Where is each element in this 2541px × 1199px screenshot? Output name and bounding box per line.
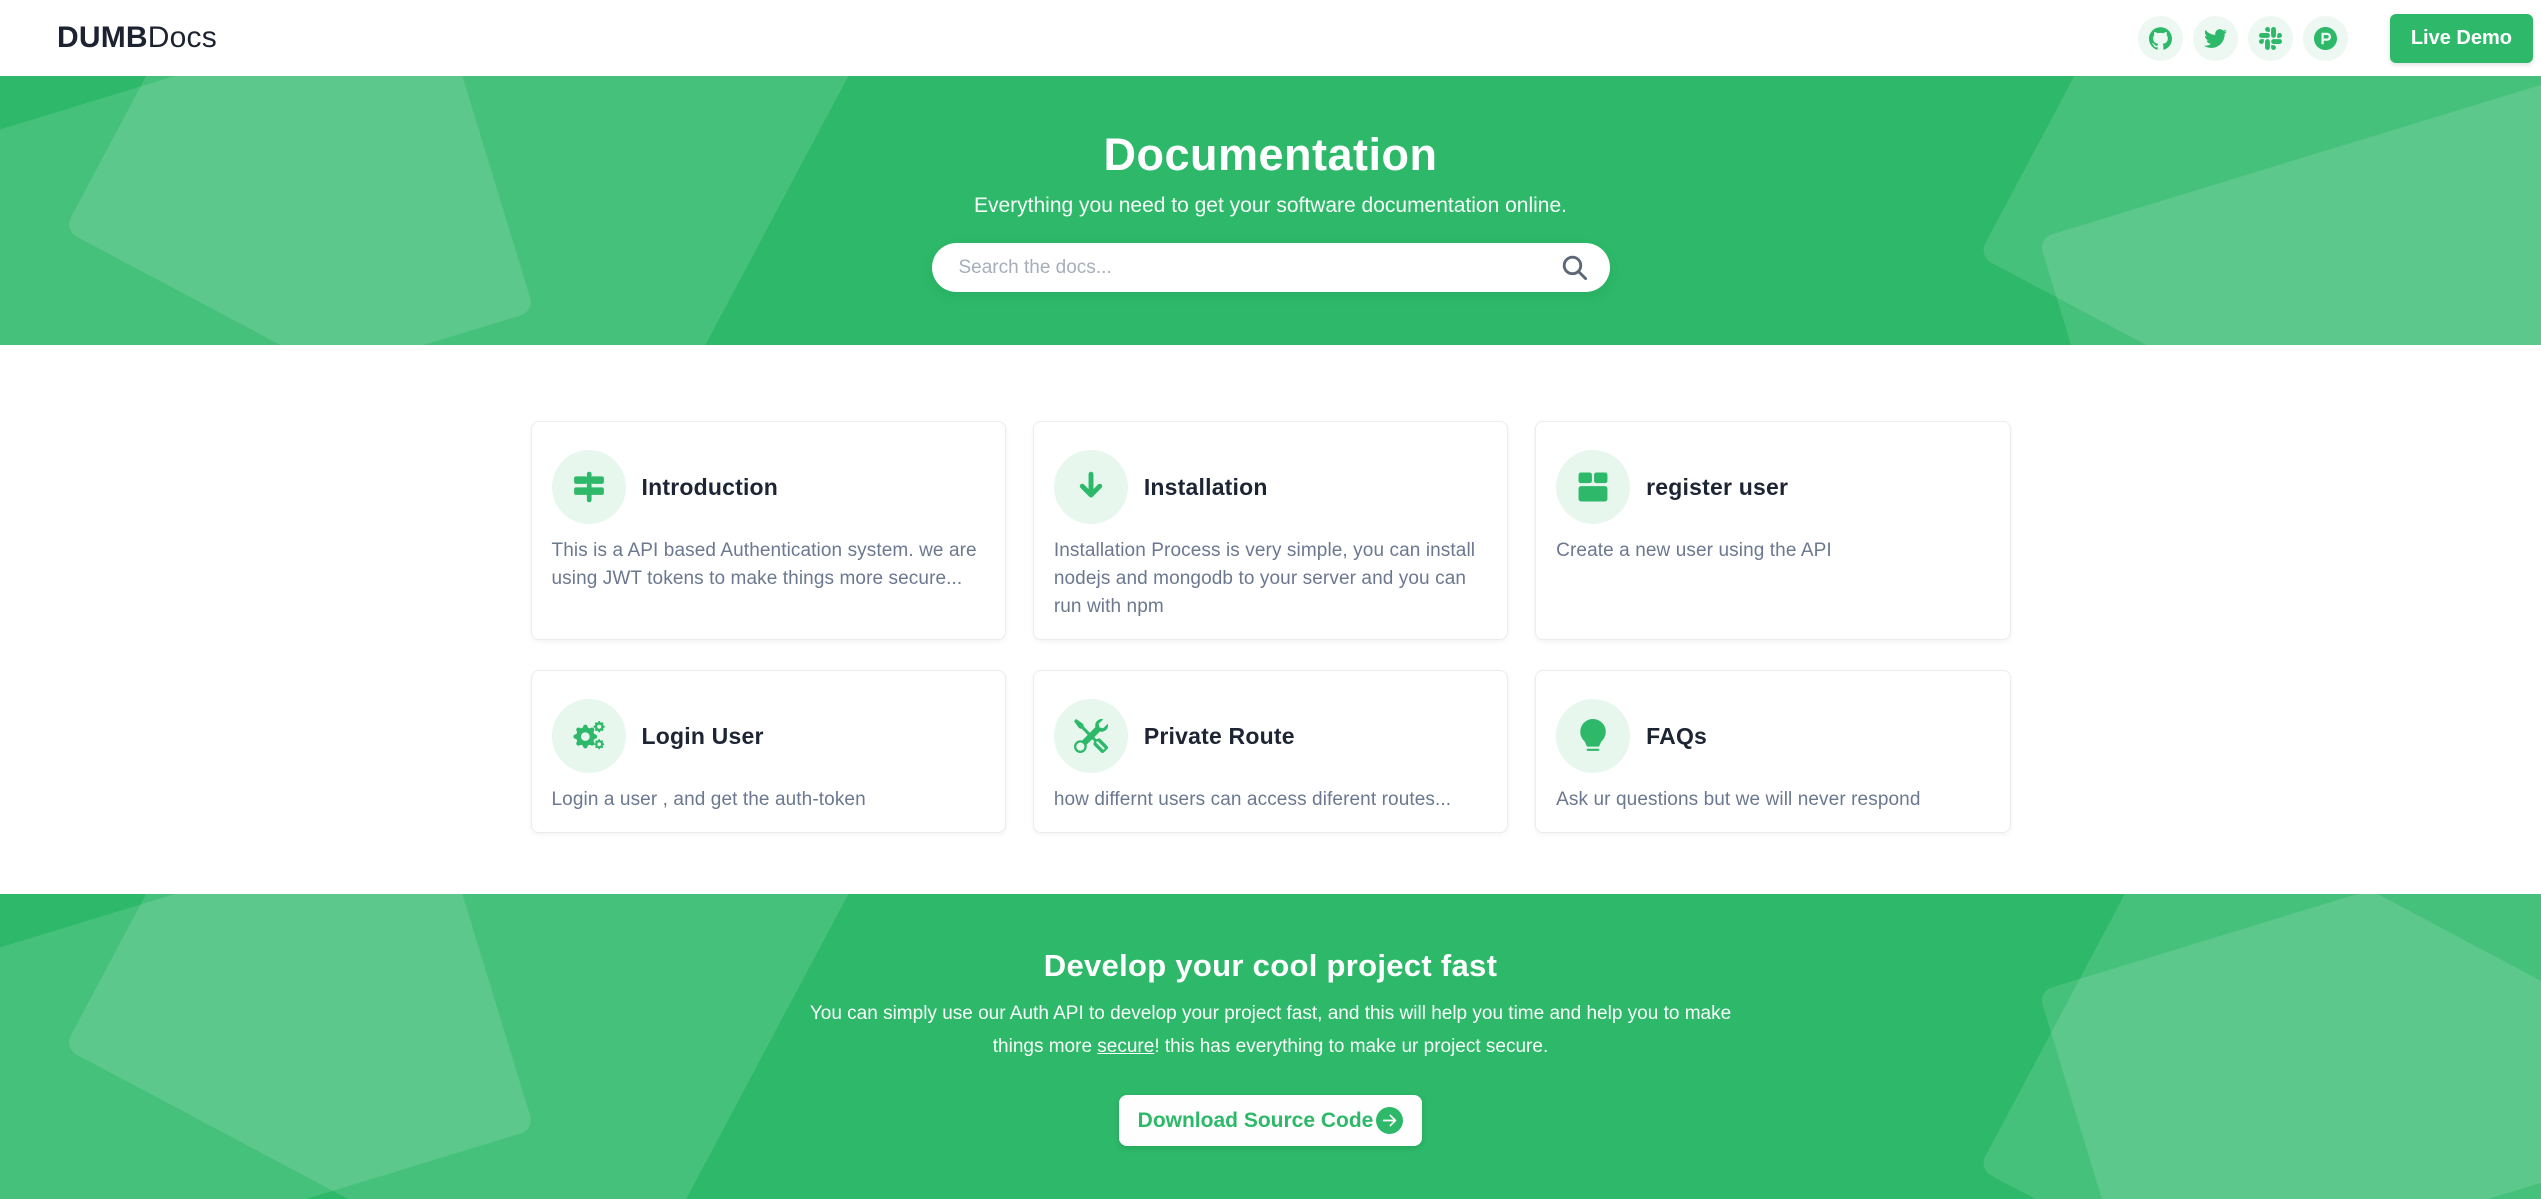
twitter-icon[interactable] xyxy=(2193,16,2238,61)
brand-logo[interactable]: DUMBDocs xyxy=(57,21,217,55)
download-source-label: Download Source Code xyxy=(1138,1109,1374,1133)
cta-text-after: ! this has everything to make ur project… xyxy=(1154,1036,1548,1057)
card-description: Login a user , and get the auth-token xyxy=(552,786,985,814)
card-title: Installation xyxy=(1144,474,1268,501)
card-header: register user xyxy=(1556,450,1989,524)
download-arrow-icon xyxy=(1054,450,1128,524)
slack-icon[interactable] xyxy=(2248,16,2293,61)
card-description: Create a new user using the API xyxy=(1556,537,1989,565)
navbar-right: Live Demo xyxy=(2138,14,2533,63)
brand-logo-light: Docs xyxy=(148,21,217,54)
search-icon xyxy=(1561,254,1588,281)
github-icon[interactable] xyxy=(2138,16,2183,61)
page-subtitle: Everything you need to get your software… xyxy=(0,194,2541,218)
card-description: Installation Process is very simple, you… xyxy=(1054,537,1487,621)
cta-paragraph: You can simply use our Auth API to devel… xyxy=(808,998,1733,1063)
brand-logo-bold: DUMB xyxy=(57,21,148,54)
card-login-user[interactable]: Login User Login a user , and get the au… xyxy=(531,670,1006,833)
live-demo-button[interactable]: Live Demo xyxy=(2390,14,2533,63)
card-description: This is a API based Authentication syste… xyxy=(552,537,985,593)
search-input[interactable] xyxy=(932,243,1610,292)
card-header: Login User xyxy=(552,699,985,773)
cta-title: Develop your cool project fast xyxy=(0,948,2541,984)
signpost-icon xyxy=(552,450,626,524)
card-introduction[interactable]: Introduction This is a API based Authent… xyxy=(531,421,1006,640)
secure-link[interactable]: secure xyxy=(1097,1036,1154,1057)
card-description: how differnt users can access diferent r… xyxy=(1054,786,1487,814)
arrow-right-circle-icon xyxy=(1376,1107,1403,1134)
card-installation[interactable]: Installation Installation Process is ver… xyxy=(1033,421,1508,640)
product-hunt-icon[interactable] xyxy=(2303,16,2348,61)
card-header: Private Route xyxy=(1054,699,1487,773)
search-box xyxy=(932,243,1610,292)
lightbulb-icon xyxy=(1556,699,1630,773)
card-header: Installation xyxy=(1054,450,1487,524)
card-title: Private Route xyxy=(1144,723,1295,750)
social-links xyxy=(2138,16,2348,61)
card-private-route[interactable]: Private Route how differnt users can acc… xyxy=(1033,670,1508,833)
card-register-user[interactable]: register user Create a new user using th… xyxy=(1535,421,2010,640)
card-header: Introduction xyxy=(552,450,985,524)
card-title: register user xyxy=(1646,474,1788,501)
download-source-button[interactable]: Download Source Code xyxy=(1119,1095,1423,1146)
cta-section: Develop your cool project fast You can s… xyxy=(0,894,2541,1199)
card-faqs[interactable]: FAQs Ask ur questions but we will never … xyxy=(1535,670,2010,833)
card-header: FAQs xyxy=(1556,699,1989,773)
card-title: Login User xyxy=(642,723,764,750)
navbar: DUMBDocs Live Demo xyxy=(0,0,2541,76)
gears-icon xyxy=(552,699,626,773)
card-title: Introduction xyxy=(642,474,779,501)
page-title: Documentation xyxy=(0,128,2541,182)
docs-section: Introduction This is a API based Authent… xyxy=(0,345,2541,833)
box-icon xyxy=(1556,450,1630,524)
tools-icon xyxy=(1054,699,1128,773)
card-description: Ask ur questions but we will never respo… xyxy=(1556,786,1989,814)
hero-section: Documentation Everything you need to get… xyxy=(0,76,2541,345)
card-title: FAQs xyxy=(1646,723,1707,750)
cards-grid: Introduction This is a API based Authent… xyxy=(531,421,2011,833)
